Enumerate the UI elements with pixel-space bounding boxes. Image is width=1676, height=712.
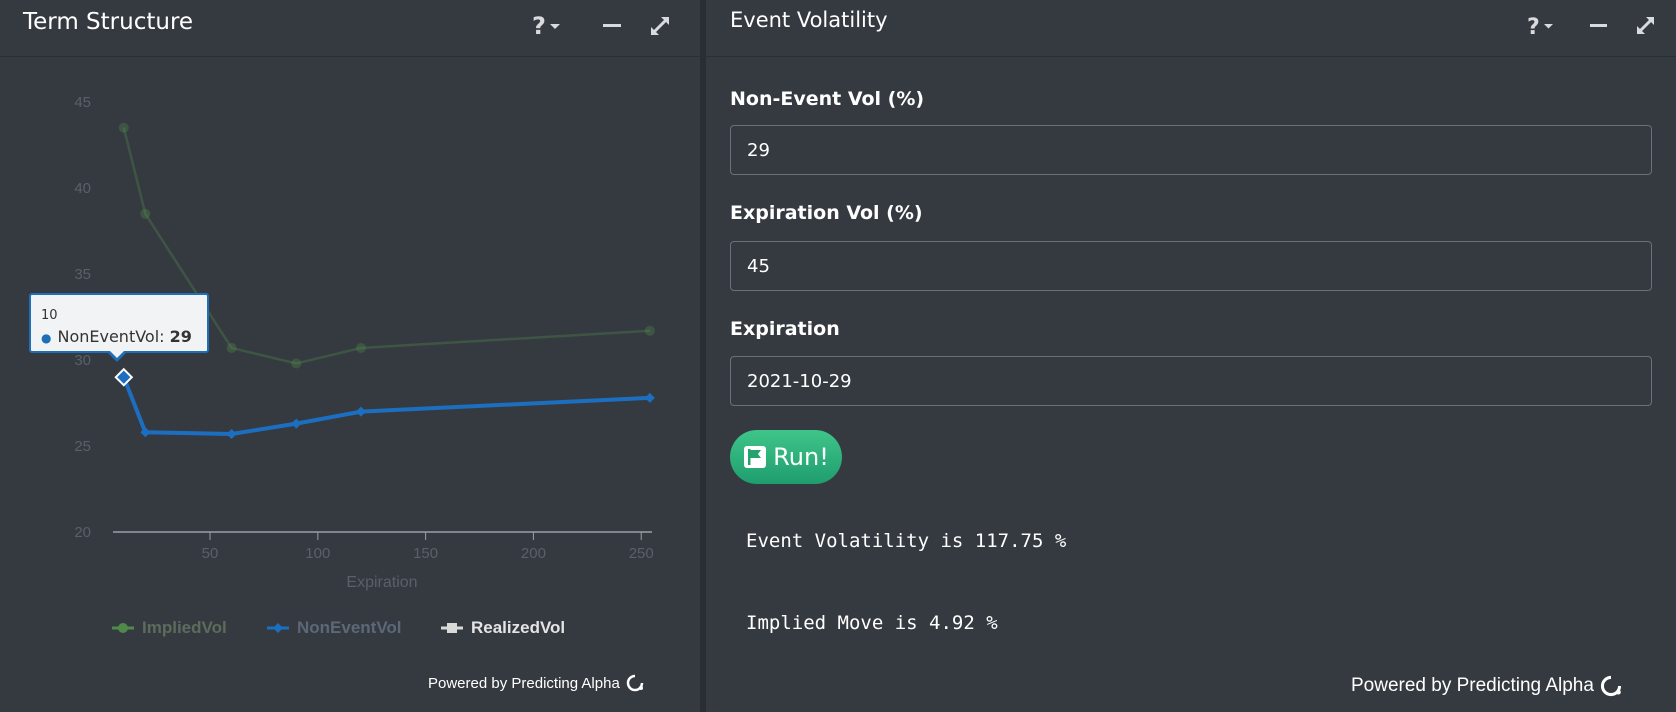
data-point-noneventvol[interactable] — [355, 406, 366, 417]
data-point-noneventvol[interactable] — [644, 392, 655, 403]
powered-by-footer[interactable]: Powered by Predicting Alpha — [1351, 675, 1622, 697]
expiration-input[interactable] — [730, 356, 1652, 406]
implied-move-result: Implied Move is 4.92 % — [746, 612, 998, 634]
panel-title: Event Volatility — [730, 8, 888, 32]
hovered-data-point[interactable] — [114, 367, 134, 387]
y-tick-label: 35 — [74, 266, 91, 283]
panel-title: Term Structure — [23, 9, 194, 35]
data-point-impliedvol[interactable] — [291, 358, 302, 369]
data-point-impliedvol[interactable] — [355, 342, 366, 353]
legend-label: RealizedVol — [471, 618, 566, 637]
powered-by-text: Powered by Predicting Alpha — [428, 674, 620, 692]
y-tick-label: 25 — [74, 438, 91, 455]
predicting-alpha-logo-icon — [1600, 675, 1622, 697]
tooltip-row: ● NonEventVol: 29 — [41, 327, 192, 346]
panel-tools: ? — [530, 10, 680, 40]
x-tick-label: 250 — [629, 545, 654, 562]
chart-legend: ImpliedVol NonEventVol RealizedVol — [112, 616, 612, 640]
expiration-vol-input[interactable] — [730, 241, 1652, 291]
event-volatility-result: Event Volatility is 117.75 % — [746, 530, 1067, 552]
flag-icon — [744, 446, 767, 468]
legend-label: NonEventVol — [297, 618, 402, 637]
tooltip-arrow-inner — [110, 351, 124, 358]
tooltip-series-name: NonEventVol — [57, 327, 160, 346]
event-volatility-panel: Event Volatility ? Non-Event Vol (%) Exp… — [706, 0, 1676, 712]
non-event-vol-input[interactable] — [730, 125, 1652, 175]
data-point-impliedvol[interactable] — [140, 208, 151, 219]
series-line-noneventvol — [121, 376, 650, 436]
data-point-impliedvol[interactable] — [226, 342, 237, 353]
predicting-alpha-logo-icon — [626, 674, 644, 692]
x-tick-label: 50 — [202, 545, 219, 562]
panel-tools: ? — [1525, 10, 1675, 40]
legend-item-noneventvol[interactable]: NonEventVol — [267, 616, 402, 640]
x-tick-label: 200 — [521, 545, 546, 562]
legend-item-realizedvol[interactable]: RealizedVol — [441, 616, 565, 640]
y-tick-label: 45 — [74, 94, 91, 111]
expiration-vol-label: Expiration Vol (%) — [730, 202, 923, 224]
data-point-noneventvol[interactable] — [291, 418, 302, 429]
run-button-label: Run! — [773, 443, 829, 471]
minimize-icon[interactable] — [1587, 10, 1617, 40]
help-icon[interactable]: ? — [1525, 10, 1555, 40]
data-point-noneventvol[interactable] — [226, 428, 237, 439]
tooltip-series-dot: ● — [41, 331, 52, 345]
svg-text:?: ? — [1527, 15, 1540, 40]
x-axis-title: Expiration — [346, 574, 417, 591]
y-tick-label: 40 — [74, 180, 91, 197]
x-tick-label: 150 — [413, 545, 438, 562]
panel-header: Event Volatility ? — [706, 0, 1676, 57]
run-button[interactable]: Run! — [730, 430, 842, 484]
term-structure-panel: Term Structure ? 20 25 30 35 40 45 50 100 150 20… — [0, 0, 700, 712]
non-event-vol-label: Non-Event Vol (%) — [730, 88, 925, 110]
y-tick-label: 30 — [74, 352, 91, 369]
legend-label: ImpliedVol — [142, 618, 227, 637]
expand-icon[interactable] — [646, 10, 676, 40]
data-point-impliedvol[interactable] — [644, 325, 655, 336]
minimize-icon[interactable] — [600, 10, 630, 40]
svg-text:?: ? — [532, 12, 546, 40]
expiration-label: Expiration — [730, 318, 840, 340]
expand-icon[interactable] — [1632, 10, 1662, 40]
panel-header: Term Structure ? — [0, 0, 700, 57]
tooltip-x-value: 10 — [41, 308, 58, 323]
x-tick-label: 100 — [305, 545, 330, 562]
legend-item-impliedvol[interactable]: ImpliedVol — [112, 616, 227, 640]
help-icon[interactable]: ? — [530, 10, 560, 40]
chart-tooltip: 10 ● NonEventVol: 29 — [29, 293, 209, 353]
powered-by-footer[interactable]: Powered by Predicting Alpha — [428, 674, 644, 692]
y-tick-label: 20 — [74, 524, 91, 541]
tooltip-value: 29 — [169, 327, 192, 346]
data-point-impliedvol[interactable] — [118, 122, 129, 133]
powered-by-text: Powered by Predicting Alpha — [1351, 675, 1594, 696]
